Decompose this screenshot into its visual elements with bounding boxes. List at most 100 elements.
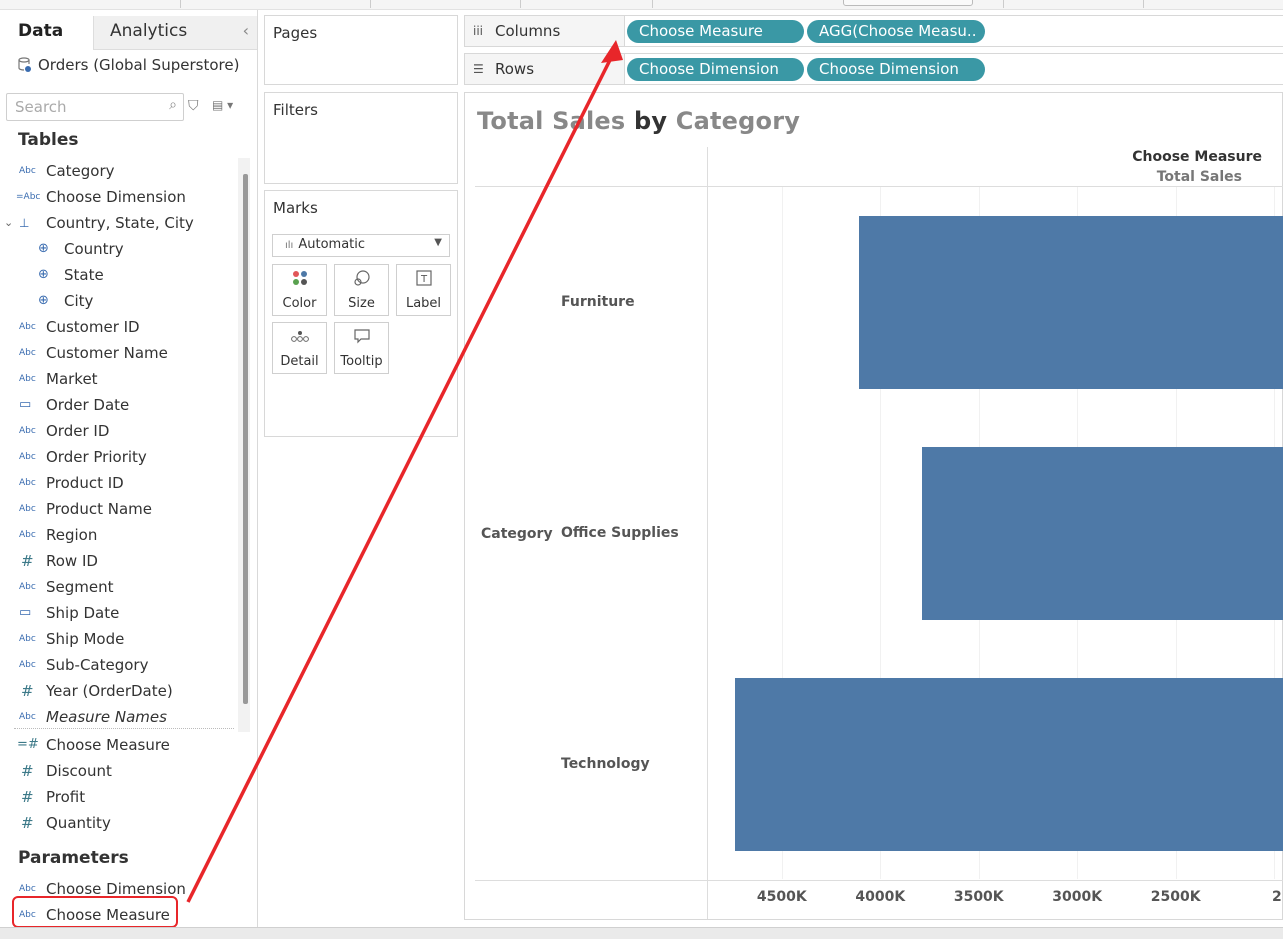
string-field-icon: Abc (19, 348, 36, 358)
number-field-icon: # (21, 552, 34, 570)
category-label[interactable]: Technology (561, 756, 650, 772)
string-field-icon: Abc (19, 712, 36, 722)
field-choose-dimension[interactable]: =Abc Choose Dimension (0, 184, 236, 210)
marks-color-button[interactable]: Color (272, 264, 327, 316)
field-order-priority[interactable]: Abc Order Priority (0, 444, 236, 470)
row-header-divider (707, 147, 708, 919)
field-row-id[interactable]: # Row ID (0, 548, 236, 574)
marks-tooltip-button[interactable]: Tooltip (334, 322, 389, 374)
x-axis-tick-label: 3000K (1052, 889, 1103, 905)
columns-pill-agg-choose-measure[interactable]: AGG(Choose Measu.. (807, 20, 985, 43)
field-customer-id[interactable]: Abc Customer ID (0, 314, 236, 340)
category-label[interactable]: Office Supplies (561, 525, 679, 541)
filters-card[interactable]: Filters (264, 92, 458, 184)
number-field-icon: # (21, 788, 34, 806)
field-customer-name[interactable]: Abc Customer Name (0, 340, 236, 366)
field-country-state-city[interactable]: ⌄ ⊥ Country, State, City (0, 210, 236, 236)
search-icon: ⌕ (169, 97, 177, 113)
string-field-icon: Abc (19, 634, 36, 644)
view-options-icon[interactable]: ▤ ▾ (212, 98, 233, 112)
globe-icon: ⊕ (38, 267, 49, 282)
field-ship-mode[interactable]: Abc Ship Mode (0, 626, 236, 652)
tooltip-icon (335, 326, 388, 354)
bar-chart-icon: ılı (285, 240, 294, 251)
color-icon (273, 268, 326, 296)
rows-shelf[interactable]: ☰ Rows Choose Dimension Choose Dimension (464, 53, 1283, 85)
database-icon (18, 57, 31, 72)
column-header-field[interactable]: Choose Measure (1132, 149, 1262, 165)
field-label: Quantity (46, 814, 111, 832)
marks-detail-button[interactable]: Detail (272, 322, 327, 374)
field-segment[interactable]: Abc Segment (0, 574, 236, 600)
field-label: Measure Names (46, 708, 167, 726)
field-market[interactable]: Abc Market (0, 366, 236, 392)
parameters-section-title: Parameters (18, 848, 129, 868)
field-label: Country, State, City (46, 214, 194, 232)
field-choose-measure[interactable]: =# Choose Measure (0, 732, 236, 758)
rows-icon: ☰ (473, 62, 484, 76)
columns-icon: iii (473, 24, 484, 38)
field-category[interactable]: Abc Category (0, 158, 236, 184)
field-order-id[interactable]: Abc Order ID (0, 418, 236, 444)
marks-size-button[interactable]: Size (334, 264, 389, 316)
field-region[interactable]: Abc Region (0, 522, 236, 548)
toolbar-divider (652, 0, 653, 8)
toolbar-button[interactable] (843, 0, 973, 6)
search-input[interactable]: Search ⌕ (6, 93, 184, 121)
marks-card-title: Marks (273, 199, 318, 217)
rows-pill-choose-dimension[interactable]: Choose Dimension (627, 58, 804, 81)
scrollbar-thumb[interactable] (243, 174, 248, 704)
field-product-id[interactable]: Abc Product ID (0, 470, 236, 496)
row-header-category[interactable]: Category (481, 526, 553, 542)
string-field-icon: Abc (19, 504, 36, 514)
field-product-name[interactable]: Abc Product Name (0, 496, 236, 522)
rows-pill-choose-dimension-2[interactable]: Choose Dimension (807, 58, 985, 81)
field-discount[interactable]: # Discount (0, 758, 236, 784)
field-sub-category[interactable]: Abc Sub-Category (0, 652, 236, 678)
collapse-pane-icon[interactable]: ‹ (243, 16, 249, 46)
dimension-measure-divider (14, 728, 234, 729)
worksheet-title[interactable]: Total Sales by Category (477, 107, 800, 135)
text-label-icon: T (397, 268, 450, 296)
category-label[interactable]: Furniture (561, 294, 635, 310)
marks-label-button[interactable]: T Label (396, 264, 451, 316)
mark-type-dropdown[interactable]: ılı Automatic ▼ (272, 234, 450, 257)
columns-shelf[interactable]: iii Columns Choose Measure AGG(Choose Me… (464, 15, 1283, 47)
rows-pill-area[interactable]: Choose Dimension Choose Dimension (624, 54, 1283, 84)
search-placeholder: Search (15, 98, 67, 116)
expand-chevron-icon[interactable]: ⌄ (4, 210, 13, 236)
size-icon (335, 268, 388, 296)
field-city[interactable]: ⊕ City (0, 288, 236, 314)
field-year-orderdate[interactable]: # Year (OrderDate) (0, 678, 236, 704)
fields-scrollbar[interactable] (238, 158, 250, 732)
column-header-value[interactable]: Total Sales (1157, 169, 1242, 185)
bar-office-supplies[interactable] (921, 447, 1283, 620)
field-label: Choose Dimension (46, 188, 186, 206)
filter-icon[interactable]: ⛉ (188, 98, 199, 114)
columns-pill-area[interactable]: Choose Measure AGG(Choose Measu.. (624, 16, 1283, 46)
field-country[interactable]: ⊕ Country (0, 236, 236, 262)
bar-furniture[interactable] (858, 216, 1283, 389)
columns-pill-choose-measure[interactable]: Choose Measure (627, 20, 804, 43)
title-dimension: Category (675, 107, 801, 135)
globe-icon: ⊕ (38, 293, 49, 308)
field-profit[interactable]: # Profit (0, 784, 236, 810)
number-field-icon: # (21, 682, 34, 700)
tab-data[interactable]: Data (0, 16, 93, 50)
header-divider (475, 186, 1283, 187)
toolbar-divider (180, 0, 181, 8)
field-label: Order Priority (46, 448, 147, 466)
field-quantity[interactable]: # Quantity (0, 810, 236, 836)
field-state[interactable]: ⊕ State (0, 262, 236, 288)
field-order-date[interactable]: ▭ Order Date (0, 392, 236, 418)
datasource-item[interactable]: Orders (Global Superstore) (18, 56, 239, 74)
tab-analytics[interactable]: Analytics ‹ (93, 16, 257, 50)
worksheet-view: Total Sales by Category Choose Measure T… (464, 92, 1283, 920)
bar-technology[interactable] (734, 678, 1283, 851)
field-ship-date[interactable]: ▭ Ship Date (0, 600, 236, 626)
field-label: Row ID (46, 552, 98, 570)
marks-size-label: Size (348, 296, 375, 311)
field-measure-names[interactable]: Abc Measure Names (0, 704, 236, 730)
field-label: Product Name (46, 500, 152, 518)
pages-card[interactable]: Pages (264, 15, 458, 85)
